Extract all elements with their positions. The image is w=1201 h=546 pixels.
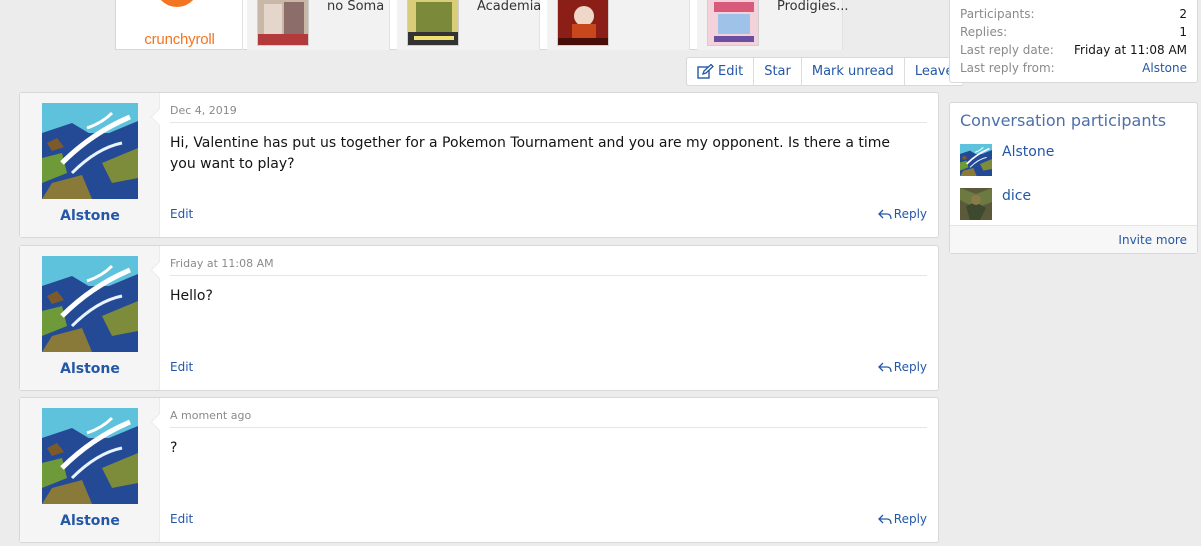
edit-label: Edit — [718, 64, 744, 79]
message-author-panel: Alstone — [20, 398, 160, 542]
anime-cover-thumbnail — [557, 0, 609, 46]
message: Alstone Dec 4, 2019 Hi, Valentine has pu… — [19, 92, 939, 238]
replies-label: Replies: — [960, 25, 1008, 39]
author-username[interactable]: Alstone — [20, 361, 160, 377]
star-button[interactable]: Star — [753, 58, 801, 85]
reply-label: Reply — [893, 360, 927, 374]
last-reply-date-label: Last reply date: — [960, 43, 1054, 57]
promo-title: Academia — [477, 0, 542, 14]
reply-icon — [877, 362, 892, 372]
participants-count-row: Participants: 2 — [960, 7, 1187, 21]
divider — [170, 427, 927, 428]
message: Alstone Friday at 11:08 AM Hello? Edit R… — [19, 245, 939, 391]
reply-label: Reply — [893, 207, 927, 221]
message-author-panel: Alstone — [20, 93, 160, 237]
message-reply-link[interactable]: Reply — [877, 360, 927, 374]
anime-cover-thumbnail — [407, 0, 459, 46]
avatar[interactable] — [42, 103, 138, 199]
conversation-actions: Edit Star Mark unread Leave — [686, 57, 965, 86]
divider — [170, 122, 927, 123]
message: Alstone A moment ago ? Edit Reply — [19, 397, 939, 543]
message-edit-link[interactable]: Edit — [170, 207, 193, 221]
avatar[interactable] — [42, 256, 138, 352]
promo-item[interactable]: Academia — [397, 0, 542, 50]
avatar[interactable] — [960, 144, 992, 176]
message-body: ? — [170, 440, 178, 456]
message-date[interactable]: Dec 4, 2019 — [170, 104, 237, 117]
participant-name[interactable]: dice — [1002, 188, 1031, 204]
replies-count-row: Replies: 1 — [960, 25, 1187, 39]
promo-item[interactable]: Prodigies... — [697, 0, 849, 50]
panel-title: Conversation participants — [960, 111, 1167, 130]
last-reply-from-label: Last reply from: — [960, 61, 1055, 75]
edit-button[interactable]: Edit — [687, 58, 753, 85]
avatar[interactable] — [42, 408, 138, 504]
message-reply-link[interactable]: Reply — [877, 207, 927, 221]
conversation-participants-panel: Conversation participants Alstone dice I… — [949, 102, 1198, 254]
message-body: Hello? — [170, 288, 213, 304]
edit-icon — [697, 64, 714, 79]
message-reply-link[interactable]: Reply — [877, 512, 927, 526]
reply-label: Reply — [893, 512, 927, 526]
participant-name[interactable]: Alstone — [1002, 144, 1054, 160]
replies-value: 1 — [1179, 25, 1187, 39]
promo-title: Prodigies... — [777, 0, 849, 14]
avatar[interactable] — [960, 188, 992, 220]
promo-strip: crunchyroll no Soma Academia Prodigies..… — [115, 0, 849, 50]
reply-icon — [877, 209, 892, 219]
participants-value: 2 — [1179, 7, 1187, 21]
mark-unread-button[interactable]: Mark unread — [800, 58, 904, 85]
last-reply-date-row: Last reply date: Friday at 11:08 AM — [960, 43, 1187, 57]
crunchyroll-logo[interactable]: crunchyroll — [116, 0, 243, 50]
divider — [170, 275, 927, 276]
message-author-panel: Alstone — [20, 246, 160, 390]
message-date[interactable]: Friday at 11:08 AM — [170, 257, 274, 270]
participants-label: Participants: — [960, 7, 1035, 21]
author-username[interactable]: Alstone — [20, 513, 160, 529]
crunchyroll-mark-icon — [154, 0, 200, 12]
message-edit-link[interactable]: Edit — [170, 512, 193, 526]
participant-item[interactable]: dice — [960, 188, 1031, 220]
last-reply-date-value: Friday at 11:08 AM — [1073, 43, 1187, 57]
last-reply-from-user[interactable]: Alstone — [1142, 61, 1187, 75]
promo-title: no Soma — [327, 0, 385, 14]
reply-icon — [877, 514, 892, 524]
last-reply-from-row: Last reply from: Alstone — [960, 61, 1187, 75]
anime-cover-thumbnail — [707, 0, 759, 46]
conversation-info-panel: Participants: 2 Replies: 1 Last reply da… — [949, 0, 1198, 83]
message-date[interactable]: A moment ago — [170, 409, 251, 422]
crunchyroll-wordmark: crunchyroll — [144, 31, 215, 48]
promo-item[interactable]: no Soma — [247, 0, 390, 50]
author-username[interactable]: Alstone — [20, 208, 160, 224]
message-edit-link[interactable]: Edit — [170, 360, 193, 374]
panel-footer: Invite more — [950, 225, 1197, 253]
participant-item[interactable]: Alstone — [960, 144, 1054, 176]
message-body: Hi, Valentine has put us together for a … — [170, 135, 891, 172]
promo-item[interactable] — [547, 0, 690, 50]
invite-more-link[interactable]: Invite more — [1118, 233, 1187, 247]
anime-cover-thumbnail — [257, 0, 309, 46]
